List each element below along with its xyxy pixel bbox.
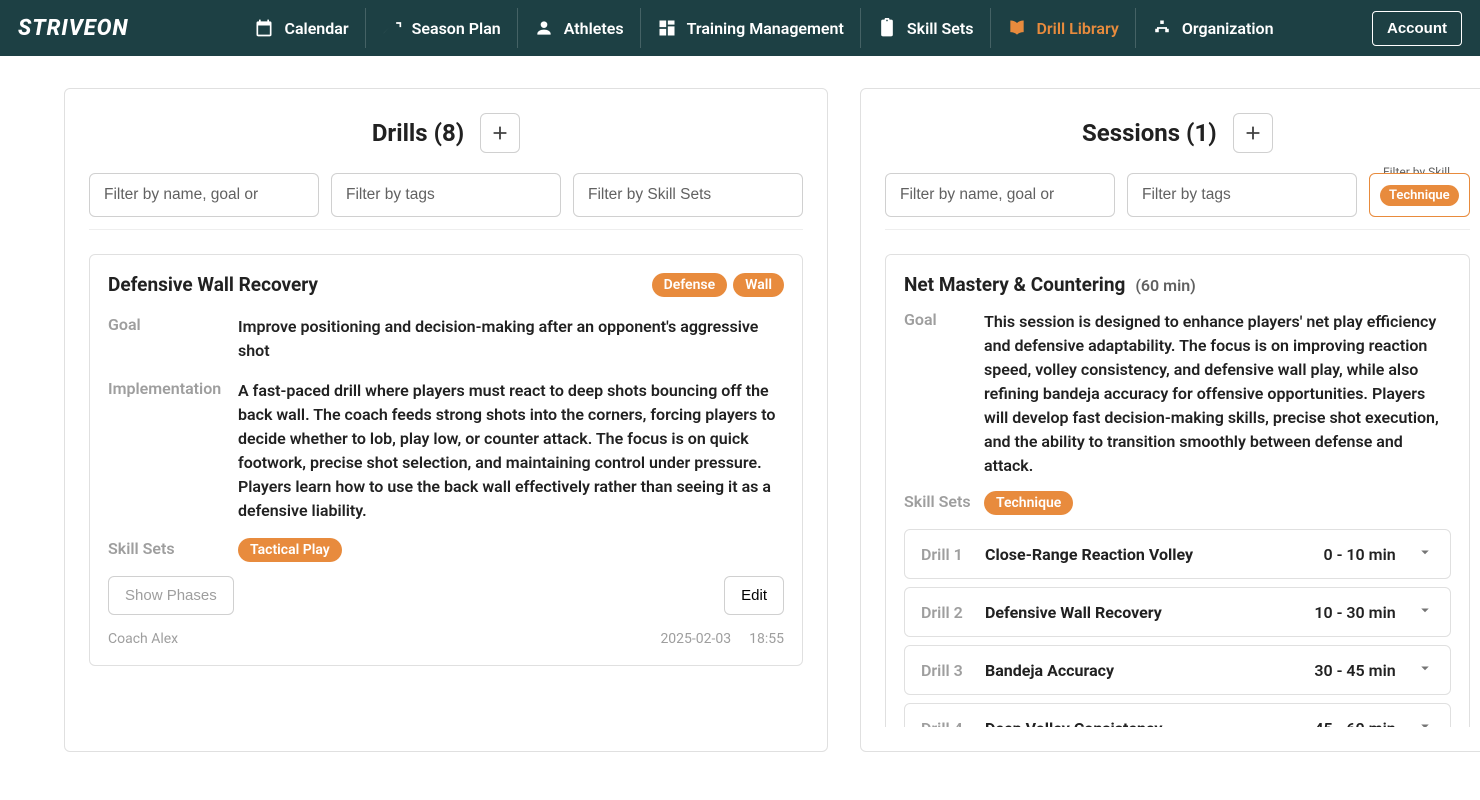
edit-drill-button[interactable]: Edit [724, 576, 784, 615]
sessions-title: Sessions (1) [1082, 119, 1217, 147]
account-button[interactable]: Account [1372, 11, 1462, 46]
drill-tags: Defense Wall [652, 273, 784, 297]
session-title: Net Mastery & Countering [904, 273, 1125, 296]
drills-title: Drills (8) [372, 119, 464, 147]
clipboard-icon [877, 18, 897, 38]
nav-label: Organization [1182, 19, 1274, 38]
drill-time-range: 0 - 10 min [1323, 545, 1395, 564]
drill-card-title: Defensive Wall Recovery [108, 273, 318, 296]
drill-author: Coach Alex [108, 631, 178, 647]
sessions-filter-skillsets-input[interactable]: Technique [1369, 173, 1470, 217]
session-drill-row[interactable]: Drill 4 Deep Volley Consistency 45 - 60 … [904, 703, 1451, 727]
plus-icon [1242, 122, 1264, 144]
skillset-tag: Tactical Play [238, 538, 342, 562]
drill-name: Deep Volley Consistency [985, 719, 1314, 728]
nav-label: Skill Sets [907, 19, 974, 38]
skillset-filter-chip[interactable]: Technique [1380, 185, 1459, 206]
add-session-button[interactable] [1233, 113, 1273, 153]
sessions-filter-name-input[interactable] [885, 173, 1115, 217]
drill-name: Defensive Wall Recovery [985, 603, 1314, 622]
implementation-value: A fast-paced drill where players must re… [238, 379, 784, 523]
sessions-scroll[interactable]: Net Mastery & Countering (60 min) Goal T… [885, 254, 1470, 727]
nav-label: Training Management [687, 19, 844, 38]
skillsets-label: Skill Sets [108, 539, 238, 558]
drills-filter-tags-input[interactable] [331, 173, 561, 217]
dashboard-icon [657, 18, 677, 38]
session-goal-label: Goal [904, 310, 984, 478]
nav-training-management[interactable]: Training Management [641, 8, 861, 48]
org-icon [1152, 18, 1172, 38]
divider [885, 229, 1470, 230]
implementation-label: Implementation [108, 379, 238, 523]
session-skillsets-label: Skill Sets [904, 492, 984, 511]
drill-name: Bandeja Accuracy [985, 661, 1314, 680]
drills-filter-name-input[interactable] [89, 173, 319, 217]
sessions-filters: Filter by Skill Sets Technique [885, 173, 1470, 217]
nav-drill-library[interactable]: Drill Library [991, 8, 1136, 48]
drills-header: Drills (8) [89, 113, 803, 153]
drill-number: Drill 2 [921, 603, 985, 622]
drill-card: Defensive Wall Recovery Defense Wall Goa… [89, 254, 803, 666]
nav-season-plan[interactable]: Season Plan [366, 8, 518, 48]
session-drill-row[interactable]: Drill 3 Bandeja Accuracy 30 - 45 min [904, 645, 1451, 695]
drill-number: Drill 3 [921, 661, 985, 680]
drill-time-range: 30 - 45 min [1314, 661, 1395, 680]
chevron-down-icon [1416, 717, 1434, 727]
session-duration: (60 min) [1135, 276, 1195, 295]
nav-organization[interactable]: Organization [1136, 8, 1290, 48]
tag-wall: Wall [733, 273, 784, 297]
chevron-down-icon [1416, 601, 1434, 623]
nav-label: Season Plan [412, 19, 501, 38]
drill-time: 18:55 [749, 631, 784, 647]
drill-time-range: 45 - 60 min [1314, 719, 1395, 728]
session-goal-value: This session is designed to enhance play… [984, 310, 1451, 478]
show-phases-button[interactable]: Show Phases [108, 576, 234, 615]
drills-scroll[interactable]: Defensive Wall Recovery Defense Wall Goa… [89, 254, 803, 727]
book-icon [1007, 18, 1027, 38]
drills-filters [89, 173, 803, 217]
session-card: Net Mastery & Countering (60 min) Goal T… [885, 254, 1470, 727]
calendar-icon [254, 18, 274, 38]
goal-label: Goal [108, 315, 238, 363]
chevron-down-icon [1416, 659, 1434, 681]
sessions-panel: Sessions (1) Filter by Skill Sets Techni… [860, 88, 1480, 752]
nav-label: Athletes [564, 19, 624, 38]
drill-number: Drill 4 [921, 719, 985, 728]
trend-icon [382, 18, 402, 38]
add-drill-button[interactable] [480, 113, 520, 153]
drill-name: Close-Range Reaction Volley [985, 545, 1323, 564]
nav-skill-sets[interactable]: Skill Sets [861, 8, 991, 48]
person-icon [534, 18, 554, 38]
nav-links: Calendar Season Plan Athletes Training M… [238, 8, 1372, 48]
chevron-down-icon [1416, 543, 1434, 565]
sessions-header: Sessions (1) [885, 113, 1470, 153]
top-nav: STRIVEON Calendar Season Plan Athletes T… [0, 0, 1480, 56]
brand-logo[interactable]: STRIVEON [18, 16, 128, 41]
session-drill-row[interactable]: Drill 1 Close-Range Reaction Volley 0 - … [904, 529, 1451, 579]
drill-time-range: 10 - 30 min [1314, 603, 1395, 622]
nav-label: Drill Library [1037, 19, 1119, 38]
session-skillset-tag: Technique [984, 491, 1073, 515]
drill-date: 2025-02-03 [660, 631, 731, 647]
nav-calendar[interactable]: Calendar [238, 8, 365, 48]
plus-icon [489, 122, 511, 144]
session-drill-row[interactable]: Drill 2 Defensive Wall Recovery 10 - 30 … [904, 587, 1451, 637]
goal-value: Improve positioning and decision-making … [238, 315, 784, 363]
nav-athletes[interactable]: Athletes [518, 8, 641, 48]
drills-panel: Drills (8) Defensive Wall Recovery Defen… [64, 88, 828, 752]
divider [89, 229, 803, 230]
sessions-filter-skillsets-wrap[interactable]: Filter by Skill Sets Technique [1369, 173, 1470, 217]
nav-label: Calendar [284, 19, 348, 38]
drill-number: Drill 1 [921, 545, 985, 564]
tag-defense: Defense [652, 273, 728, 297]
main-content: Drills (8) Defensive Wall Recovery Defen… [0, 56, 1480, 784]
sessions-filter-tags-input[interactable] [1127, 173, 1357, 217]
drills-filter-skillsets-input[interactable] [573, 173, 803, 217]
